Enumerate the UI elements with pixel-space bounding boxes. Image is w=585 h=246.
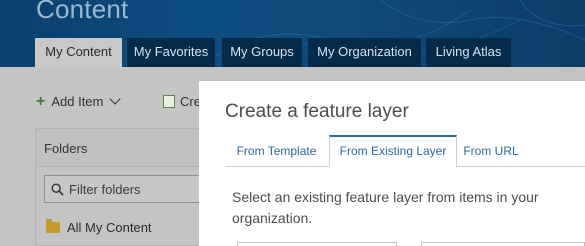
create-label: Cre	[180, 94, 201, 109]
chevron-down-icon	[109, 93, 122, 105]
folders-heading: Folders	[36, 129, 204, 167]
add-item-label: Add Item	[51, 94, 104, 109]
tab-my-groups[interactable]: My Groups	[222, 38, 302, 67]
folders-panel: Folders All My Content	[35, 128, 205, 246]
tab-my-content[interactable]: My Content	[35, 38, 122, 67]
tab-from-url[interactable]: From URL	[459, 135, 523, 168]
add-item-button[interactable]: + Add Item	[36, 92, 122, 110]
layer-select-field[interactable]	[237, 242, 397, 246]
tab-from-existing-layer[interactable]: From Existing Layer	[329, 135, 457, 168]
tab-from-template[interactable]: From Template	[225, 135, 328, 168]
tab-living-atlas[interactable]: Living Atlas	[426, 38, 511, 67]
dialog-description: Select an existing feature layer from it…	[232, 189, 539, 226]
folder-icon	[46, 219, 60, 233]
search-icon	[51, 182, 64, 196]
create-icon	[163, 95, 175, 108]
filter-folders-field[interactable]	[44, 175, 204, 203]
filter-folders-input[interactable]	[69, 181, 189, 197]
page-title: Content	[36, 0, 129, 24]
tab-my-favorites[interactable]: My Favorites	[127, 38, 215, 67]
dialog-title: Create a feature layer	[225, 101, 409, 122]
tab-my-organization[interactable]: My Organization	[308, 38, 421, 67]
layer-search-field[interactable]	[421, 242, 585, 246]
folder-item-all-my-content[interactable]: All My Content	[46, 219, 152, 235]
create-feature-layer-dialog: Create a feature layer From Template Fro…	[199, 81, 585, 246]
create-button[interactable]: Cre	[163, 94, 201, 109]
folder-item-label: All My Content	[67, 220, 152, 235]
plus-icon: +	[36, 92, 46, 110]
dialog-tabs: From Template From Existing Layer From U…	[225, 135, 585, 168]
